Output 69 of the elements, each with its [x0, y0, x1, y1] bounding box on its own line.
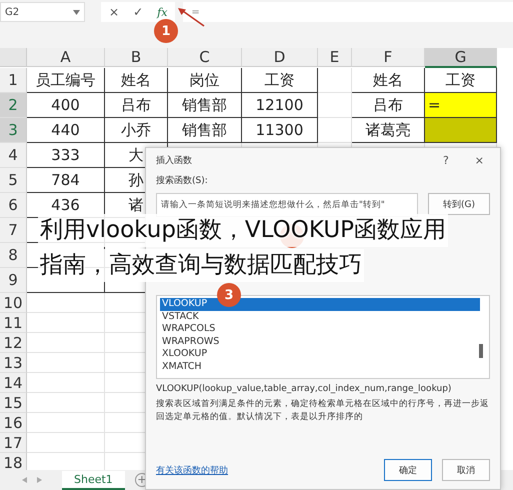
go-button[interactable]: 转到(G) — [428, 193, 490, 215]
close-button[interactable]: × — [474, 154, 484, 166]
table-cell: 440 — [27, 118, 105, 143]
column-header[interactable]: C — [168, 48, 242, 67]
column-header[interactable]: A — [27, 48, 105, 67]
table-cell: = — [425, 93, 497, 118]
function-description: 搜索表区域首列满足条件的元素，确定待检索单元格在区域中的行序号，再进一步返回选定单元格的值。默认情况下，表是以升序排序的 — [156, 398, 490, 424]
row-header[interactable]: 7 — [0, 218, 27, 243]
row-header[interactable]: 3 — [0, 118, 27, 143]
row-header[interactable]: 16 — [0, 413, 27, 433]
row-header[interactable]: 9 — [0, 268, 27, 293]
row-header[interactable]: 8 — [0, 243, 27, 268]
row-header[interactable]: 5 — [0, 168, 27, 193]
row-header[interactable]: 15 — [0, 393, 27, 413]
row-header[interactable]: 6 — [0, 193, 27, 218]
function-item[interactable]: VLOOKUP — [160, 298, 480, 310]
row-header[interactable]: 10 — [0, 293, 27, 313]
name-box[interactable]: G2 — [0, 2, 85, 22]
row-header[interactable]: 1 — [0, 68, 27, 93]
table-cell: 销售部 — [168, 93, 242, 118]
table-cell: 姓名 — [105, 68, 168, 93]
column-header[interactable]: F — [352, 48, 425, 67]
column-header[interactable]: E — [318, 48, 352, 67]
dropdown-icon[interactable] — [73, 10, 80, 14]
table-cell: 吕布 — [105, 93, 168, 118]
table-cell: 784 — [27, 168, 105, 193]
function-signature: VLOOKUP(lookup_value,table_array,col_index_num,range_lookup) — [156, 384, 452, 394]
table-cell: 岗位 — [168, 68, 242, 93]
table-cell: 400 — [27, 93, 105, 118]
table-cell: 12100 — [242, 93, 318, 118]
scroll-thumb[interactable] — [479, 344, 483, 358]
table-cell: 员工编号 — [27, 68, 105, 93]
function-item[interactable]: VSTACK — [160, 310, 480, 323]
table-cell: 销售部 — [168, 118, 242, 143]
function-item[interactable]: XMATCH — [160, 360, 480, 373]
select-all-corner[interactable] — [0, 48, 27, 67]
table-cell: 11300 — [242, 118, 318, 143]
row-header[interactable]: 17 — [0, 433, 27, 453]
function-item[interactable]: WRAPCOLS — [160, 323, 480, 336]
enter-button[interactable]: ✓ — [133, 5, 144, 19]
cancel-button[interactable]: 取消 — [442, 459, 490, 481]
cancel-button[interactable]: × — [109, 5, 120, 19]
function-item[interactable]: XLOOKUP — [160, 348, 480, 360]
column-header[interactable]: B — [105, 48, 168, 67]
row-header[interactable]: 11 — [0, 313, 27, 333]
table-cell: 姓名 — [352, 68, 425, 93]
caption-title: 指南，高效查询与数据匹配技巧 — [38, 249, 364, 282]
sheet-tab[interactable]: Sheet1 — [62, 470, 125, 490]
row-header[interactable]: 13 — [0, 353, 27, 373]
row-header[interactable]: 12 — [0, 333, 27, 353]
table-cell — [318, 93, 352, 118]
row-header[interactable]: 14 — [0, 373, 27, 393]
insert-function-button[interactable]: fx — [157, 6, 168, 18]
function-item[interactable]: WRAPROWS — [160, 336, 480, 348]
column-header[interactable]: G — [425, 48, 497, 68]
formula-field[interactable]: = — [183, 2, 513, 22]
table-cell: 工资 — [242, 68, 318, 93]
table-cell — [318, 68, 352, 93]
table-cell: 小乔 — [105, 118, 168, 143]
table-cell: 333 — [27, 143, 105, 168]
row-header[interactable]: 2 — [0, 93, 27, 118]
help-link[interactable]: 有关该函数的帮助 — [156, 464, 228, 476]
arrow-icon — [176, 6, 206, 28]
column-header[interactable]: D — [242, 48, 318, 67]
help-button[interactable]: ? — [442, 154, 449, 166]
caption-title: 利用vlookup函数，VLOOKUP函数应用 — [38, 214, 448, 247]
table-cell — [318, 118, 352, 143]
row-header[interactable]: 4 — [0, 143, 27, 168]
ok-button[interactable]: 确定 — [384, 459, 432, 481]
